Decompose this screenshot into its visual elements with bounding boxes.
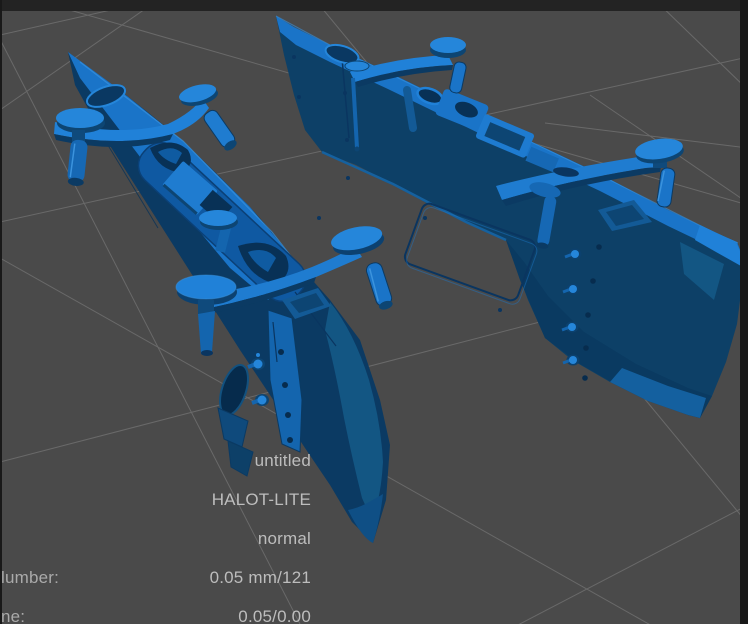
viewport-canvas[interactable]	[0, 0, 748, 624]
slicer-viewport-window: untitled HALOT-LITE normal lumber: 0.05 …	[0, 0, 748, 624]
viewport-left-edge	[0, 0, 2, 624]
viewport-right-edge	[740, 0, 748, 624]
window-top-bar	[0, 0, 748, 11]
support-peg	[656, 167, 675, 208]
suction-disc	[56, 108, 104, 128]
hull-stub	[228, 441, 253, 476]
suction-disc	[430, 37, 466, 53]
support-peg	[365, 261, 394, 308]
support-peg	[198, 311, 215, 354]
suction-disc	[345, 61, 369, 71]
mid-disc	[199, 210, 237, 226]
